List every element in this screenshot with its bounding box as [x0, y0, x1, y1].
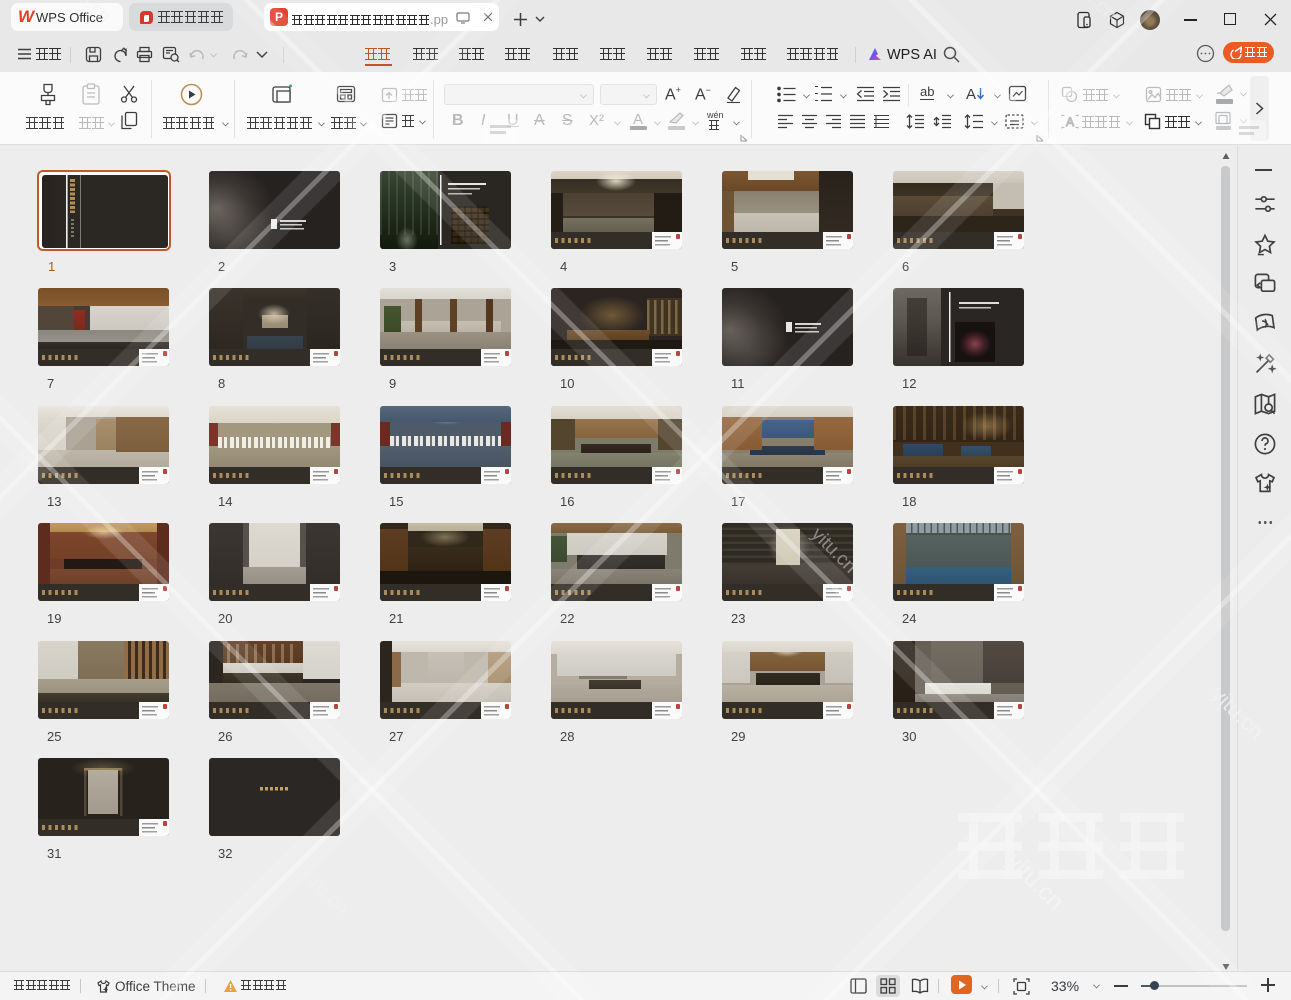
svg-text:A: A — [966, 86, 976, 103]
svg-text:A: A — [1066, 115, 1074, 129]
